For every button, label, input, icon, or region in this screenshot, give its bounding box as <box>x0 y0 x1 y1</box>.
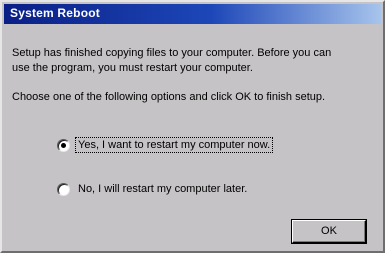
restart-now-radio[interactable] <box>57 138 70 152</box>
restart-now-option[interactable]: Yes, I want to restart my computer now. <box>57 137 274 153</box>
instruction-text: Choose one of the following options and … <box>12 91 326 103</box>
message-line-2: use the program, you must restart your c… <box>12 62 253 74</box>
radio-selected-dot <box>61 142 66 148</box>
window-title: System Reboot <box>10 6 100 20</box>
system-reboot-dialog: System Reboot Setup has finished copying… <box>0 0 385 253</box>
restart-later-option[interactable]: No, I will restart my computer later. <box>57 181 249 197</box>
title-bar[interactable]: System Reboot <box>4 4 381 24</box>
restart-later-label[interactable]: No, I will restart my computer later. <box>76 182 249 196</box>
message-line-1: Setup has finished copying files to your… <box>12 47 332 59</box>
ok-button[interactable]: OK <box>292 220 366 243</box>
restart-now-label[interactable]: Yes, I want to restart my computer now. <box>74 137 274 153</box>
restart-later-radio[interactable] <box>57 182 70 196</box>
